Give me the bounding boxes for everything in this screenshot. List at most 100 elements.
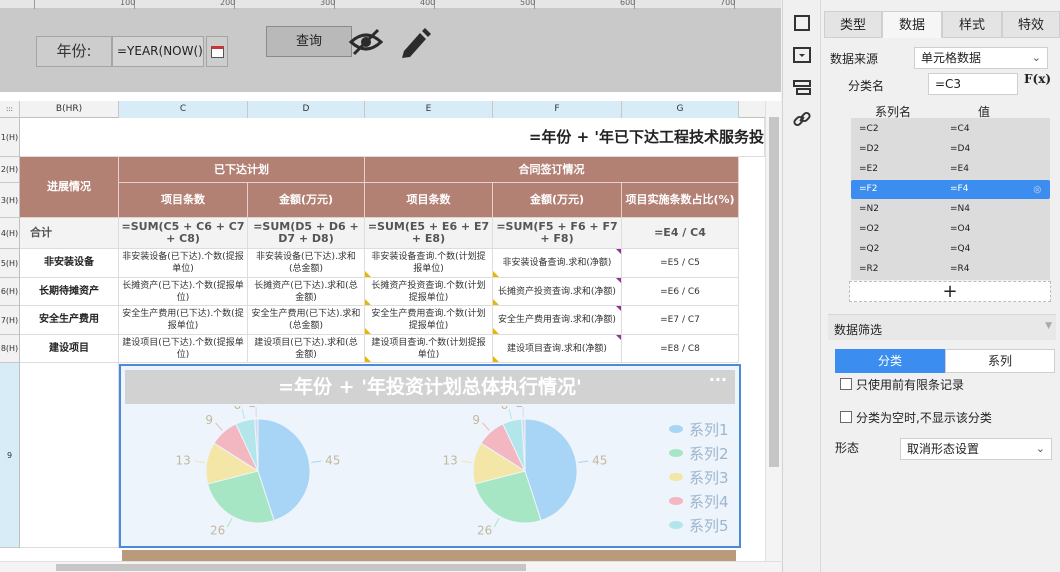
- widget-icon[interactable]: [791, 76, 813, 98]
- pencil-icon[interactable]: [398, 27, 432, 59]
- legend-item[interactable]: 系列5: [669, 513, 729, 537]
- row-label[interactable]: 非安装设备: [20, 249, 119, 278]
- row-header[interactable]: 7(H): [0, 306, 20, 335]
- data-cell[interactable]: 非安装设备(已下达).个数(提报单位): [119, 249, 248, 278]
- header-amount[interactable]: 金额(万元): [493, 183, 622, 218]
- legend-item[interactable]: 系列2: [669, 441, 729, 465]
- data-cell[interactable]: 非安装设备查询.求和(净额): [493, 249, 622, 278]
- chart-menu-icon[interactable]: ···: [709, 370, 727, 389]
- data-cell[interactable]: =E5 / C5: [622, 249, 739, 278]
- data-cell[interactable]: 长摊资产投资查询.求和(净额): [493, 278, 622, 306]
- row-header[interactable]: 6(H): [0, 278, 20, 306]
- calendar-icon[interactable]: [206, 36, 228, 67]
- series-row[interactable]: =C2 =C4: [851, 120, 1050, 139]
- shape-select[interactable]: 取消形态设置 ⌄: [900, 438, 1052, 460]
- vertical-scrollbar[interactable]: [765, 101, 781, 561]
- series-row[interactable]: =N2 =N4: [851, 200, 1050, 219]
- data-cell[interactable]: 建设项目查询.个数(计划提报单位): [365, 335, 493, 363]
- series-row[interactable]: =D2 =D4: [851, 140, 1050, 159]
- total-cell[interactable]: =E4 / C4: [622, 218, 739, 249]
- row-label[interactable]: 安全生产费用: [20, 306, 119, 335]
- scroll-thumb[interactable]: [56, 564, 526, 571]
- header-count[interactable]: 项目条数: [119, 183, 248, 218]
- row-header[interactable]: 5(H): [0, 249, 20, 278]
- data-cell[interactable]: =E8 / C8: [622, 335, 739, 363]
- row-header[interactable]: 2(H): [0, 157, 20, 183]
- legend-item[interactable]: 系列4: [669, 489, 729, 513]
- legend-item[interactable]: 系列3: [669, 465, 729, 489]
- tab-effects[interactable]: 特效: [1002, 11, 1060, 38]
- empty-cell[interactable]: [20, 363, 119, 548]
- header-count[interactable]: 项目条数: [365, 183, 493, 218]
- link-icon[interactable]: [791, 108, 813, 130]
- data-cell[interactable]: 安全生产费用(已下达).个数(提报单位): [119, 306, 248, 335]
- header-issued-plan[interactable]: 已下达计划: [119, 157, 365, 183]
- source-select[interactable]: 单元格数据 ⌄: [914, 47, 1048, 69]
- column-header[interactable]: D: [248, 101, 365, 118]
- column-header[interactable]: C: [119, 101, 248, 118]
- header-ratio[interactable]: 项目实施条数占比(%): [622, 183, 739, 218]
- legend-item[interactable]: 系列1: [669, 417, 729, 441]
- data-cell[interactable]: 建设项目(已下达).个数(提报单位): [119, 335, 248, 363]
- category-input[interactable]: =C3: [928, 73, 1018, 95]
- row-header[interactable]: 1(H): [0, 118, 20, 157]
- series-row[interactable]: =O2 =O4: [851, 220, 1050, 239]
- horizontal-scrollbar[interactable]: [0, 561, 781, 572]
- chart-title[interactable]: =年份 + '年投资计划总体执行情况': [125, 370, 735, 404]
- row-header[interactable]: 4(H): [0, 218, 20, 249]
- row-label[interactable]: 长期待摊资产: [20, 278, 119, 306]
- header-progress[interactable]: 进展情况: [20, 157, 119, 218]
- header-contract[interactable]: 合同签订情况: [365, 157, 739, 183]
- tab-style[interactable]: 样式: [942, 11, 1002, 38]
- data-cell[interactable]: 安全生产费用查询.求和(净额): [493, 306, 622, 335]
- total-cell[interactable]: =SUM(E5 + E6 + E7 + E8): [365, 218, 493, 249]
- header-amount[interactable]: 金额(万元): [248, 183, 365, 218]
- data-cell[interactable]: 非安装设备查询.个数(计划提报单位): [365, 249, 493, 278]
- series-row[interactable]: =Q2 =Q4: [851, 240, 1050, 259]
- total-cell[interactable]: =SUM(D5 + D6 + D7 + D8): [248, 218, 365, 249]
- formula-icon[interactable]: F(x): [1024, 72, 1051, 94]
- report-title[interactable]: =年份 + '年已下达工程技术服务投: [20, 118, 765, 157]
- row-label[interactable]: 建设项目: [20, 335, 119, 363]
- total-cell[interactable]: =SUM(F5 + F6 + F7 + F8): [493, 218, 622, 249]
- tab-type[interactable]: 类型: [824, 11, 882, 38]
- delete-icon[interactable]: ⊗: [1033, 180, 1042, 199]
- row-header[interactable]: 9: [0, 363, 20, 548]
- total-cell[interactable]: =SUM(C5 + C6 + C7 + C8): [119, 218, 248, 249]
- column-header[interactable]: G: [622, 101, 739, 118]
- data-cell[interactable]: 长摊资产(已下达).个数(提报单位): [119, 278, 248, 306]
- data-cell[interactable]: 安全生产费用(已下达).求和(总金额): [248, 306, 365, 335]
- row-header[interactable]: 3(H): [0, 183, 20, 218]
- total-label[interactable]: 合计: [20, 218, 119, 249]
- segment-series[interactable]: 系列: [945, 349, 1055, 373]
- data-cell[interactable]: 建设项目(已下达).求和(总金额): [248, 335, 365, 363]
- filter-section-header[interactable]: 数据筛选 ▼: [828, 314, 1056, 340]
- scroll-thumb[interactable]: [769, 117, 779, 467]
- cell-element-icon[interactable]: [791, 12, 813, 34]
- series-row[interactable]: =F2 =F4 ⊗: [851, 180, 1050, 199]
- add-series-button[interactable]: +: [849, 281, 1051, 302]
- hide-empty-checkbox[interactable]: [840, 411, 852, 423]
- series-row[interactable]: =E2 =E4: [851, 160, 1050, 179]
- year-input[interactable]: =YEAR(NOW()): [112, 36, 204, 67]
- corner-cell[interactable]: :::: [0, 101, 20, 118]
- eye-off-icon[interactable]: [348, 27, 384, 57]
- series-row[interactable]: =R2 =R4: [851, 260, 1050, 279]
- data-cell[interactable]: 长摊资产投资查询.个数(计划提报单位): [365, 278, 493, 306]
- chart-container[interactable]: =年份 + '年投资计划总体执行情况' ··· 45 26 13 9 6 1 45 26 13 9…: [119, 364, 741, 548]
- column-header[interactable]: B(HR): [20, 101, 119, 118]
- data-cell[interactable]: 非安装设备(已下达).求和(总金额): [248, 249, 365, 278]
- row-header[interactable]: 8(H): [0, 335, 20, 363]
- segment-category[interactable]: 分类: [835, 349, 945, 373]
- collapse-icon[interactable]: ▼: [1045, 321, 1052, 331]
- limit-records-checkbox[interactable]: [840, 378, 852, 390]
- query-button[interactable]: 查询: [266, 26, 352, 57]
- float-element-icon[interactable]: [791, 44, 813, 66]
- column-header[interactable]: F: [493, 101, 622, 118]
- data-cell[interactable]: =E7 / C7: [622, 306, 739, 335]
- data-cell[interactable]: 建设项目查询.求和(净额): [493, 335, 622, 363]
- data-cell[interactable]: =E6 / C6: [622, 278, 739, 306]
- tab-data[interactable]: 数据: [882, 11, 942, 38]
- data-cell[interactable]: 安全生产费用查询.个数(计划提报单位): [365, 306, 493, 335]
- column-header[interactable]: E: [365, 101, 493, 118]
